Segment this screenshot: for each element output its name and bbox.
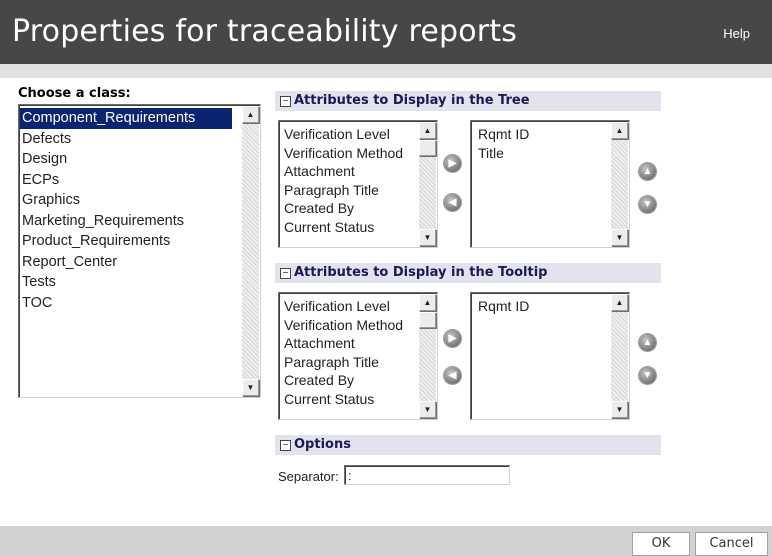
scroll-up-icon[interactable]: ▲	[242, 106, 259, 123]
list-item[interactable]: Rqmt ID	[476, 125, 616, 144]
collapse-icon[interactable]: −	[280, 268, 291, 279]
options-section-header[interactable]: − Options	[275, 435, 661, 455]
class-listbox[interactable]: Component_Requirements Defects Design EC…	[18, 104, 261, 398]
scroll-down-icon[interactable]: ▼	[611, 229, 628, 246]
separator-input[interactable]	[344, 465, 510, 485]
class-list-scrollbar[interactable]: ▲ ▼	[242, 106, 259, 396]
footer-bar: OK Cancel	[0, 526, 772, 556]
right-arrow-icon[interactable]: ▶	[444, 155, 461, 172]
class-item-graphics[interactable]: Graphics	[20, 190, 232, 211]
list-item[interactable]: Attachment	[284, 334, 424, 353]
left-arrow-icon[interactable]: ◀	[444, 194, 461, 211]
class-item-marketing-requirements[interactable]: Marketing_Requirements	[20, 211, 232, 232]
list-item[interactable]: Title	[476, 144, 616, 163]
list-item[interactable]: Created By	[284, 199, 424, 218]
tree-section-header[interactable]: − Attributes to Display in the Tree	[275, 91, 661, 111]
list-item[interactable]: Paragraph Title	[284, 181, 424, 200]
class-item-report-center[interactable]: Report_Center	[20, 252, 232, 273]
right-arrow-icon[interactable]: ▶	[444, 330, 461, 347]
list-item[interactable]: Paragraph Title	[284, 353, 424, 372]
down-arrow-icon[interactable]: ▼	[639, 196, 656, 213]
scroll-up-icon[interactable]: ▲	[611, 294, 628, 311]
up-arrow-icon[interactable]: ▲	[639, 163, 656, 180]
scroll-up-icon[interactable]: ▲	[419, 294, 436, 311]
options-section-title: Options	[294, 437, 351, 452]
list-item[interactable]: Verification Method	[284, 316, 424, 335]
class-item-ecps[interactable]: ECPs	[20, 170, 232, 191]
list-item[interactable]: Created By	[284, 371, 424, 390]
tooltip-selected-listbox[interactable]: Rqmt ID ▲ ▼	[470, 292, 630, 420]
cancel-button[interactable]: Cancel	[695, 532, 768, 556]
scroll-down-icon[interactable]: ▼	[419, 229, 436, 246]
down-arrow-icon[interactable]: ▼	[639, 367, 656, 384]
scroll-down-icon[interactable]: ▼	[242, 379, 259, 396]
scroll-thumb[interactable]	[419, 140, 436, 156]
tooltip-section-title: Attributes to Display in the Tooltip	[294, 265, 548, 280]
class-item-design[interactable]: Design	[20, 149, 232, 170]
tree-section-title: Attributes to Display in the Tree	[294, 93, 530, 108]
help-link[interactable]: Help	[723, 26, 750, 41]
list-item[interactable]: Verification Level	[284, 125, 424, 144]
tree-selected-listbox[interactable]: Rqmt ID Title ▲ ▼	[470, 120, 630, 248]
class-item-component-requirements[interactable]: Component_Requirements	[20, 108, 232, 129]
left-arrow-icon[interactable]: ◀	[444, 367, 461, 384]
scroll-up-icon[interactable]: ▲	[419, 122, 436, 139]
tooltip-section-header[interactable]: − Attributes to Display in the Tooltip	[275, 263, 661, 283]
tooltip-available-listbox[interactable]: Verification Level Verification Method A…	[278, 292, 438, 420]
ok-button[interactable]: OK	[632, 532, 690, 556]
page-title: Properties for traceability reports	[12, 14, 518, 49]
collapse-icon[interactable]: −	[280, 440, 291, 451]
up-arrow-icon[interactable]: ▲	[639, 334, 656, 351]
scroll-down-icon[interactable]: ▼	[611, 401, 628, 418]
tree-selected-scrollbar[interactable]: ▲ ▼	[611, 122, 628, 246]
list-item[interactable]: Current Status	[284, 390, 424, 409]
class-item-toc[interactable]: TOC	[20, 293, 232, 314]
list-item[interactable]: Current Status	[284, 218, 424, 237]
class-item-defects[interactable]: Defects	[20, 129, 232, 150]
tree-available-listbox[interactable]: Verification Level Verification Method A…	[278, 120, 438, 248]
tooltip-selected-scrollbar[interactable]: ▲ ▼	[611, 294, 628, 418]
list-item[interactable]: Verification Method	[284, 144, 424, 163]
list-item[interactable]: Verification Level	[284, 297, 424, 316]
class-item-tests[interactable]: Tests	[20, 272, 232, 293]
scroll-thumb[interactable]	[419, 312, 436, 328]
separator-label: Separator:	[278, 469, 339, 484]
list-item[interactable]: Attachment	[284, 162, 424, 181]
header-divider	[0, 64, 772, 78]
scroll-down-icon[interactable]: ▼	[419, 401, 436, 418]
class-item-product-requirements[interactable]: Product_Requirements	[20, 231, 232, 252]
scroll-up-icon[interactable]: ▲	[611, 122, 628, 139]
title-bar: Properties for traceability reports Help	[0, 0, 772, 64]
tooltip-available-scrollbar[interactable]: ▲ ▼	[419, 294, 436, 418]
collapse-icon[interactable]: −	[280, 96, 291, 107]
list-item[interactable]: Rqmt ID	[476, 297, 616, 316]
choose-class-label: Choose a class:	[18, 86, 131, 101]
tree-available-scrollbar[interactable]: ▲ ▼	[419, 122, 436, 246]
